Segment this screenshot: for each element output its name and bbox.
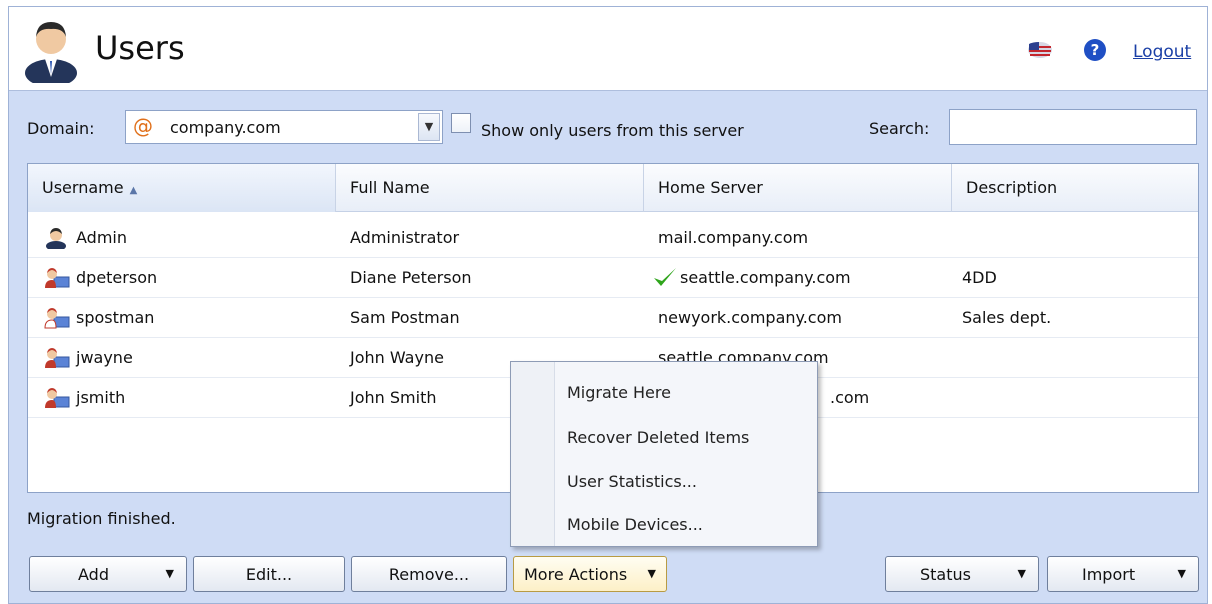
user-icon — [45, 268, 70, 288]
import-button[interactable]: Import ▼ — [1047, 556, 1199, 592]
domain-value: company.com — [170, 118, 281, 137]
full-name-cell: Administrator — [350, 228, 460, 247]
user-icon — [45, 348, 70, 368]
table-header: Username ▲ Full Name Home Server Descript… — [28, 164, 1198, 212]
column-header-description[interactable]: Description — [952, 164, 1200, 212]
header: Users ? Logout — [9, 7, 1207, 91]
username-cell: Admin — [76, 228, 127, 247]
us-flag-icon[interactable] — [1027, 41, 1053, 59]
table-row[interactable]: Admin Administrator mail.company.com — [28, 218, 1198, 258]
home-server-cell: .com — [830, 388, 870, 407]
menu-item-migrate-here[interactable]: Migrate Here — [567, 383, 671, 402]
username-cell: dpeterson — [76, 268, 158, 287]
remove-button[interactable]: Remove... — [351, 556, 507, 592]
admin-user-icon — [46, 228, 66, 249]
user-avatar-icon — [25, 22, 77, 83]
more-actions-menu: Migrate Here Recover Deleted Items User … — [510, 361, 818, 547]
checkmark-icon — [654, 268, 676, 286]
menu-item-user-statistics[interactable]: User Statistics... — [567, 472, 697, 491]
sort-ascending-icon: ▲ — [129, 185, 138, 196]
page-title: Users — [95, 29, 185, 67]
server-only-label: Show only users from this server — [481, 121, 744, 140]
username-cell: jsmith — [76, 388, 126, 407]
menu-item-mobile-devices[interactable]: Mobile Devices... — [567, 515, 703, 534]
home-server-cell: seattle.company.com — [680, 268, 851, 287]
table-row[interactable]: dpeterson Diane Peterson seattle.company… — [28, 258, 1198, 298]
dropdown-arrow-icon: ▼ — [1177, 567, 1186, 580]
dropdown-arrow-icon: ▼ — [165, 567, 174, 580]
full-name-cell: Sam Postman — [350, 308, 460, 327]
table-row[interactable]: spostman Sam Postman newyork.company.com… — [28, 298, 1198, 338]
svg-text:?: ? — [1091, 41, 1100, 59]
username-cell: jwayne — [76, 348, 133, 367]
dropdown-arrow-icon: ▼ — [1017, 567, 1026, 580]
add-button[interactable]: Add ▼ — [29, 556, 187, 592]
home-server-cell: newyork.company.com — [658, 308, 842, 327]
edit-button[interactable]: Edit... — [193, 556, 345, 592]
description-cell: Sales dept. — [962, 308, 1052, 327]
status-button[interactable]: Status ▼ — [885, 556, 1039, 592]
menu-icon-gutter — [511, 362, 555, 546]
column-header-full-name[interactable]: Full Name — [336, 164, 644, 212]
domain-label: Domain: — [27, 119, 95, 138]
user-icon — [44, 308, 70, 329]
status-message: Migration finished. — [27, 509, 176, 528]
help-icon[interactable]: ? — [1083, 38, 1107, 62]
svg-text:@: @ — [133, 115, 153, 137]
search-label: Search: — [869, 119, 930, 138]
domain-select[interactable]: @ company.com ▼ — [125, 110, 443, 144]
menu-item-recover-deleted-items[interactable]: Recover Deleted Items — [567, 428, 749, 447]
logout-link[interactable]: Logout — [1133, 42, 1191, 62]
username-cell: spostman — [76, 308, 155, 327]
dropdown-arrow-icon: ▼ — [647, 567, 656, 580]
column-header-home-server[interactable]: Home Server — [644, 164, 952, 212]
description-cell: 4DD — [962, 268, 997, 287]
home-server-cell: mail.company.com — [658, 228, 809, 247]
full-name-cell: John Wayne — [350, 348, 444, 367]
user-icon — [45, 388, 70, 408]
full-name-cell: Diane Peterson — [350, 268, 472, 287]
column-header-username[interactable]: Username ▲ — [28, 164, 336, 212]
chevron-down-icon[interactable]: ▼ — [418, 113, 440, 141]
search-input[interactable] — [949, 109, 1197, 145]
full-name-cell: John Smith — [350, 388, 437, 407]
more-actions-button[interactable]: More Actions ▼ — [513, 556, 667, 592]
at-sign-icon: @ — [133, 115, 153, 137]
server-only-checkbox[interactable] — [451, 113, 471, 133]
